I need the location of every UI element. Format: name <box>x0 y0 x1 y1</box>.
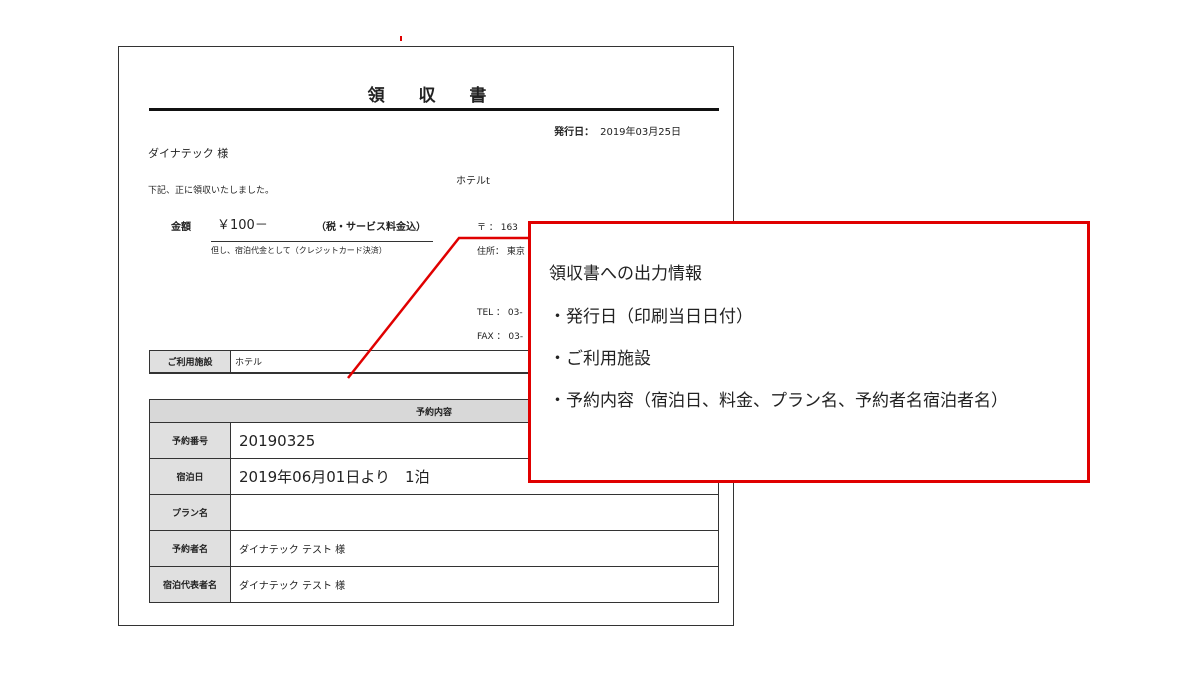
callout-item: ・予約内容（宿泊日、料金、プラン名、予約者名宿泊者名） <box>549 391 1008 411</box>
callout-title: 領収書への出力情報 <box>549 264 702 284</box>
callout-box: 領収書への出力情報 ・発行日（印刷当日日付） ・ご利用施設 ・予約内容（宿泊日、… <box>528 221 1090 483</box>
callout-item: ・発行日（印刷当日日付） <box>549 307 753 327</box>
callout-item: ・ご利用施設 <box>549 349 651 369</box>
